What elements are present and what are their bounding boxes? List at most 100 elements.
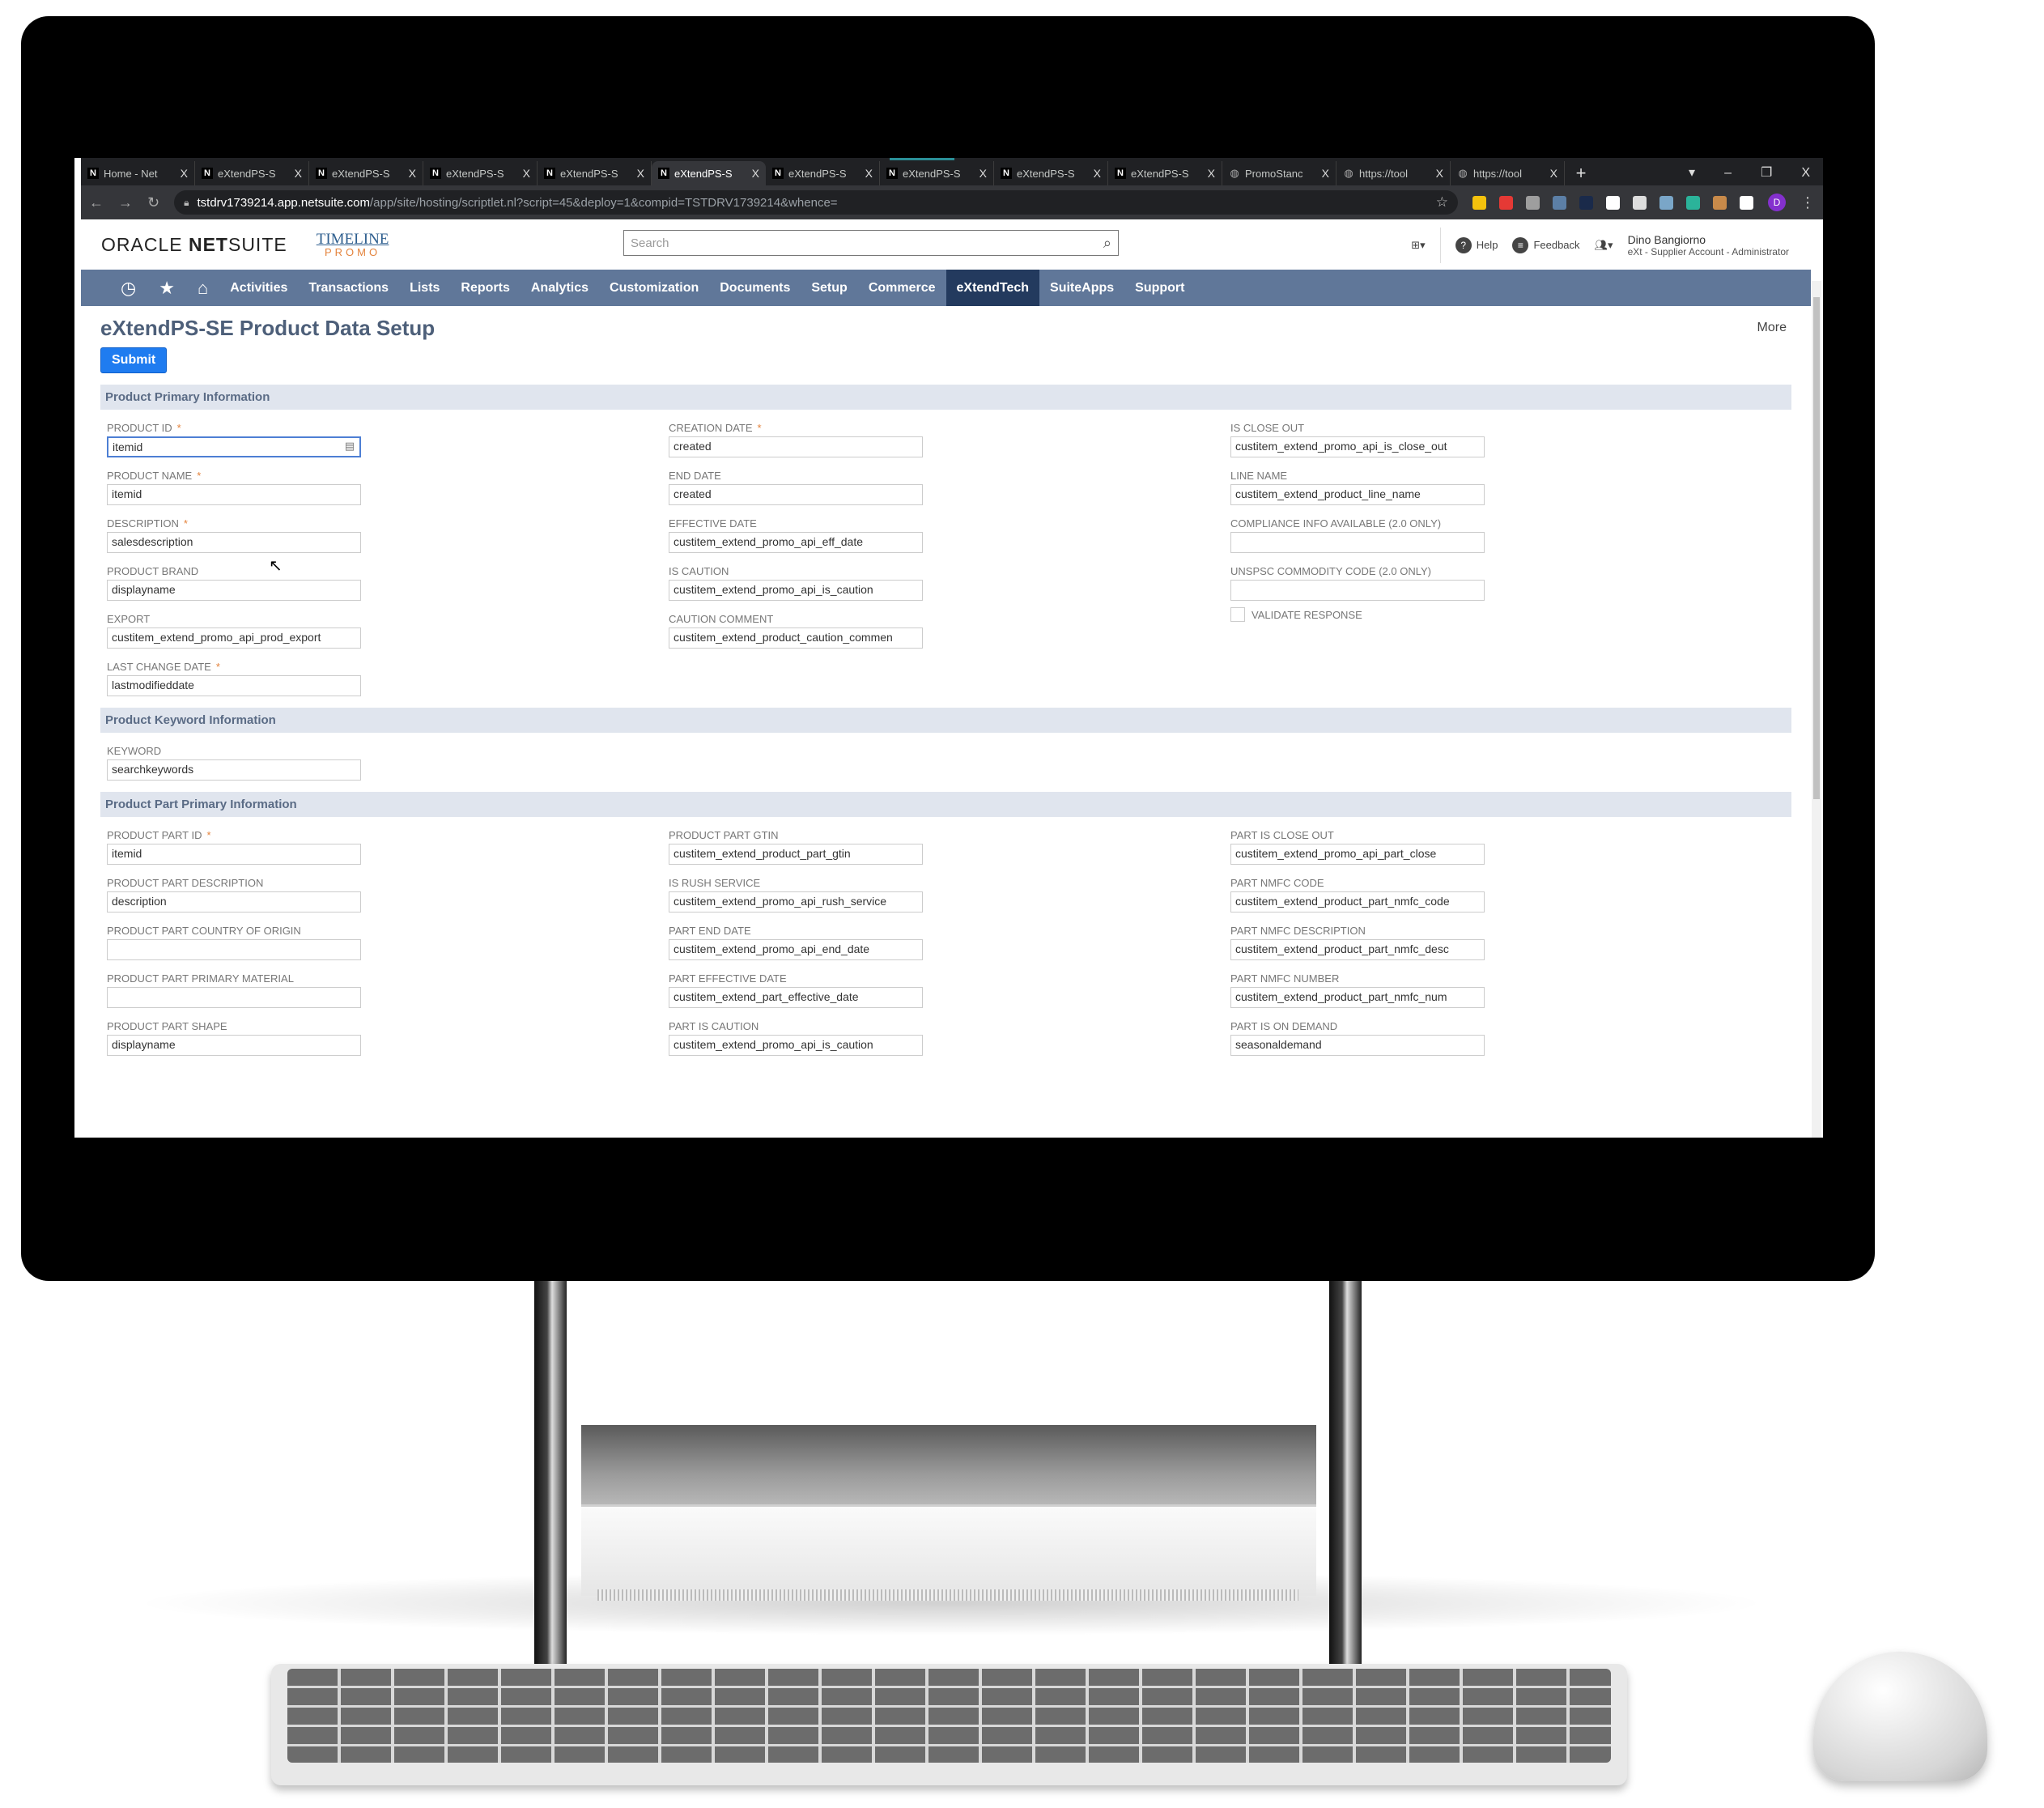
- feedback-link[interactable]: ≡ Feedback: [1512, 237, 1580, 253]
- page-scrollbar[interactable]: [1812, 281, 1821, 1138]
- nav-analytics[interactable]: Analytics: [521, 270, 599, 306]
- profile-avatar[interactable]: D: [1768, 194, 1786, 211]
- close-tab-icon[interactable]: X: [1550, 167, 1557, 180]
- field-input[interactable]: custitem_extend_promo_api_prod_export: [107, 627, 361, 649]
- field-input[interactable]: custitem_extend_product_part_gtin: [669, 844, 923, 865]
- browser-tab[interactable]: NeXtendPS-S X: [538, 161, 652, 185]
- nav-reports[interactable]: Reports: [450, 270, 520, 306]
- sticky-notes-extension-icon[interactable]: [1472, 195, 1486, 210]
- anchor-extension-icon[interactable]: [1686, 195, 1700, 210]
- owl-extension-icon[interactable]: [1713, 195, 1727, 210]
- field-input[interactable]: searchkeywords: [107, 759, 361, 781]
- puzzle-extension-icon[interactable]: [1740, 195, 1753, 210]
- more-link[interactable]: More: [1757, 321, 1787, 335]
- close-tab-icon[interactable]: X: [295, 167, 302, 180]
- forward-icon[interactable]: →: [118, 194, 133, 211]
- field-input[interactable]: seasonaldemand: [1230, 1035, 1485, 1056]
- reload-icon[interactable]: ↻: [147, 194, 159, 211]
- browser-tab[interactable]: ◍ https://tool X: [1336, 161, 1451, 185]
- nav-suiteapps[interactable]: SuiteApps: [1039, 270, 1124, 306]
- browser-tab[interactable]: NeXtendPS-S X: [994, 161, 1108, 185]
- new-tab-button[interactable]: +: [1565, 161, 1597, 185]
- nav-commerce[interactable]: Commerce: [858, 270, 946, 306]
- field-input[interactable]: custitem_extend_part_effective_date: [669, 987, 923, 1008]
- close-tab-icon[interactable]: X: [409, 167, 416, 180]
- checkbox-box[interactable]: [1230, 607, 1245, 622]
- global-search-input[interactable]: Search ⌕: [623, 230, 1119, 256]
- field-input[interactable]: custitem_extend_product_caution_commen: [669, 627, 923, 649]
- close-tab-icon[interactable]: X: [752, 167, 759, 180]
- nav-setup[interactable]: Setup: [801, 270, 857, 306]
- restore-button[interactable]: ❐: [1761, 161, 1772, 185]
- validate-response-checkbox[interactable]: VALIDATE RESPONSE: [1230, 607, 1791, 622]
- field-input[interactable]: created: [669, 484, 923, 505]
- field-input[interactable]: description: [107, 891, 361, 913]
- close-tab-icon[interactable]: X: [1322, 167, 1329, 180]
- close-tab-icon[interactable]: X: [865, 167, 873, 180]
- sheet-extension-icon[interactable]: [1659, 195, 1673, 210]
- url-input[interactable]: 🔒︎ tstdrv1739214.app.netsuite.com /app/s…: [174, 190, 1458, 215]
- close-tab-icon[interactable]: X: [181, 167, 188, 180]
- field-input[interactable]: displayname: [107, 1035, 361, 1056]
- browser-tab[interactable]: ◍ PromoStanc X: [1222, 161, 1336, 185]
- nav-support[interactable]: Support: [1124, 270, 1195, 306]
- shortcuts-star-icon[interactable]: ★: [147, 270, 186, 306]
- nav-lists[interactable]: Lists: [399, 270, 450, 306]
- help-link[interactable]: ? Help: [1455, 237, 1498, 253]
- close-window-button[interactable]: X: [1801, 161, 1810, 185]
- netsuite-extension-icon[interactable]: [1579, 195, 1593, 210]
- field-input[interactable]: itemid: [107, 484, 361, 505]
- browser-tab[interactable]: NeXtendPS-S X: [1108, 161, 1222, 185]
- browser-menu-icon[interactable]: ⋮: [1800, 194, 1815, 211]
- field-input[interactable]: created: [669, 436, 923, 457]
- field-input[interactable]: custitem_extend_promo_api_is_caution: [669, 1035, 923, 1056]
- field-input[interactable]: custitem_extend_promo_api_part_close: [1230, 844, 1485, 865]
- field-input[interactable]: itemid: [107, 436, 361, 457]
- home-icon[interactable]: ⌂: [186, 270, 219, 306]
- back-icon[interactable]: ←: [89, 194, 104, 211]
- form-extension-icon[interactable]: [1633, 195, 1647, 210]
- close-tab-icon[interactable]: X: [523, 167, 530, 180]
- minimize-button[interactable]: –: [1724, 161, 1732, 185]
- submit-button[interactable]: Submit: [100, 347, 168, 373]
- browser-tab[interactable]: NeXtendPS-S X: [652, 161, 766, 185]
- field-input[interactable]: custitem_extend_promo_api_eff_date: [669, 532, 923, 553]
- notion-extension-icon[interactable]: [1606, 195, 1620, 210]
- close-tab-icon[interactable]: X: [637, 167, 644, 180]
- bookmark-star-icon[interactable]: ☆: [1436, 194, 1448, 211]
- field-input[interactable]: custitem_extend_product_part_nmfc_code: [1230, 891, 1485, 913]
- field-input[interactable]: custitem_extend_product_part_nmfc_num: [1230, 987, 1485, 1008]
- field-input[interactable]: displayname: [107, 580, 361, 601]
- nav-activities[interactable]: Activities: [219, 270, 298, 306]
- field-input[interactable]: lastmodifieddate: [107, 675, 361, 696]
- close-tab-icon[interactable]: X: [1094, 167, 1101, 180]
- close-tab-icon[interactable]: X: [1436, 167, 1443, 180]
- close-tab-icon[interactable]: X: [1208, 167, 1215, 180]
- nav-customization[interactable]: Customization: [599, 270, 709, 306]
- field-input[interactable]: [1230, 580, 1485, 601]
- user-menu[interactable]: Dino Bangiorno eXt - Supplier Account - …: [1628, 233, 1789, 257]
- search-icon[interactable]: ⌕: [1103, 235, 1111, 252]
- field-input[interactable]: custitem_extend_promo_api_is_caution: [669, 580, 923, 601]
- field-input[interactable]: [107, 987, 361, 1008]
- power-extension-icon[interactable]: [1526, 195, 1540, 210]
- field-input[interactable]: [107, 939, 361, 960]
- create-new-icon[interactable]: ⊞▾: [1411, 239, 1425, 252]
- browser-tab[interactable]: ◍ https://tool X: [1451, 161, 1565, 185]
- tab-search-icon[interactable]: ▾: [1689, 161, 1695, 185]
- browser-tab[interactable]: NeXtendPS-S X: [195, 161, 309, 185]
- nav-documents[interactable]: Documents: [709, 270, 801, 306]
- roles-icon[interactable]: 👥︎▾: [1595, 239, 1613, 252]
- close-tab-icon[interactable]: X: [980, 167, 987, 180]
- reader-extension-icon[interactable]: [1553, 195, 1566, 210]
- field-input[interactable]: [1230, 532, 1485, 553]
- field-input[interactable]: custitem_extend_product_part_nmfc_desc: [1230, 939, 1485, 960]
- browser-tab[interactable]: NeXtendPS-S X: [880, 158, 994, 185]
- browser-tab[interactable]: NeXtendPS-S X: [766, 161, 880, 185]
- nav-transactions[interactable]: Transactions: [298, 270, 399, 306]
- recent-records-icon[interactable]: ◷: [109, 270, 147, 306]
- field-input[interactable]: custitem_extend_promo_api_rush_service: [669, 891, 923, 913]
- oracle-netsuite-logo[interactable]: ORACLE NETSUITE: [101, 234, 287, 256]
- field-input[interactable]: custitem_extend_promo_api_is_close_out: [1230, 436, 1485, 457]
- field-input[interactable]: salesdescription: [107, 532, 361, 553]
